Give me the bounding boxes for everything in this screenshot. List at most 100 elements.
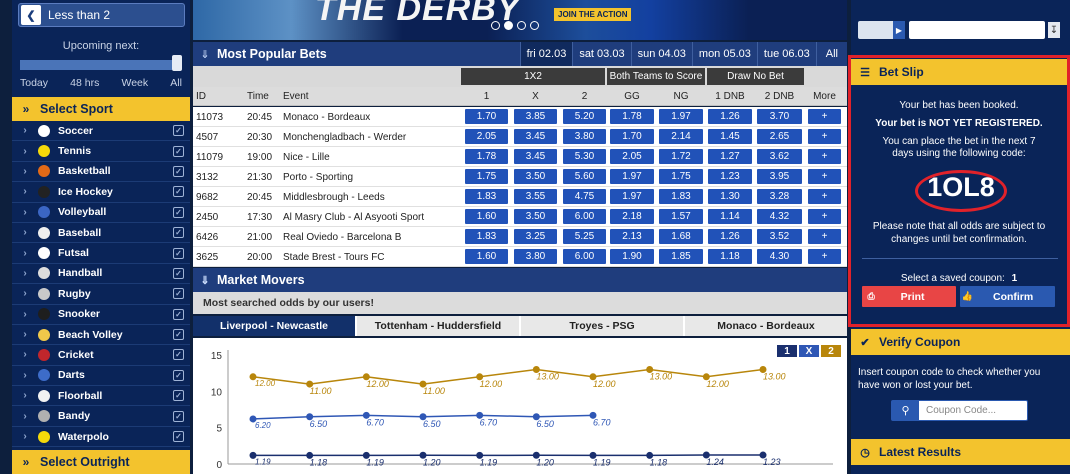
odds-button[interactable]: 1.83 <box>659 189 703 204</box>
cell-event[interactable]: Nice - Lille <box>283 147 455 167</box>
range-week[interactable]: Week <box>122 77 149 89</box>
date-tab-all[interactable]: All <box>815 42 847 66</box>
checkbox-icon[interactable]: ✓ <box>173 206 184 218</box>
odds-button[interactable]: 1.78 <box>465 149 508 164</box>
mover-tab-tottenham[interactable]: Tottenham - Huddersfield <box>357 316 519 336</box>
odds-button[interactable]: 5.60 <box>563 169 606 184</box>
sport-item[interactable]: › Soccer ✓ <box>12 121 190 142</box>
odds-button[interactable]: 1.90 <box>610 249 654 264</box>
odds-button[interactable]: 1.68 <box>659 229 703 244</box>
sport-item[interactable]: › Snooker ✓ <box>12 305 190 325</box>
odds-button[interactable]: 1.85 <box>659 249 703 264</box>
odds-button[interactable]: 1.75 <box>465 169 508 184</box>
sport-item[interactable]: › Bandy ✓ <box>12 406 190 427</box>
range-today[interactable]: Today <box>20 77 48 89</box>
cell-event[interactable]: Stade Brest - Tours FC <box>283 247 455 267</box>
time-range-select[interactable]: ❮ Less than 2 <box>18 3 185 27</box>
odds-button[interactable]: 1.78 <box>610 109 654 124</box>
odds-button[interactable]: 1.60 <box>465 249 508 264</box>
checkbox-icon[interactable]: ✓ <box>173 288 184 300</box>
sport-item[interactable]: › Darts ✓ <box>12 366 190 387</box>
collapse-chevron-icon[interactable]: ⇓ <box>193 274 217 287</box>
odds-button[interactable]: 1.14 <box>708 209 752 224</box>
odds-button[interactable]: 5.25 <box>563 229 606 244</box>
odds-button[interactable]: 4.32 <box>757 209 802 224</box>
odds-button[interactable]: 1.75 <box>659 169 703 184</box>
odds-button[interactable]: 3.52 <box>757 229 802 244</box>
sport-item[interactable]: › Handball ✓ <box>12 264 190 285</box>
cell-event[interactable]: Real Oviedo - Barcelona B <box>283 227 455 247</box>
odds-button[interactable]: 1.83 <box>465 229 508 244</box>
more-markets-button[interactable]: + <box>808 249 841 264</box>
more-markets-button[interactable]: + <box>808 149 841 164</box>
date-tab-mon[interactable]: mon 05.03 <box>691 42 757 66</box>
sport-item[interactable]: › Ice Hockey ✓ <box>12 182 190 203</box>
checkbox-icon[interactable]: ✓ <box>173 349 184 361</box>
chevron-left-icon[interactable]: ❮ <box>21 5 41 25</box>
range-48hrs[interactable]: 48 hrs <box>70 77 99 89</box>
odds-button[interactable]: 4.75 <box>563 189 606 204</box>
odds-button[interactable]: 3.28 <box>757 189 802 204</box>
checkbox-icon[interactable]: ✓ <box>173 390 184 402</box>
carousel-dot-active[interactable] <box>504 21 513 30</box>
sport-item[interactable]: › Tennis ✓ <box>12 141 190 162</box>
odds-button[interactable]: 1.27 <box>708 149 752 164</box>
date-tab-fri[interactable]: fri 02.03 <box>519 42 573 66</box>
sport-item[interactable]: › Floorball ✓ <box>12 386 190 407</box>
select-outright-header[interactable]: » Select Outright <box>12 450 190 474</box>
mover-tab-monaco[interactable]: Monaco - Bordeaux <box>685 316 847 336</box>
odds-button[interactable]: 1.70 <box>465 109 508 124</box>
odds-button[interactable]: 1.23 <box>708 169 752 184</box>
odds-button[interactable]: 4.30 <box>757 249 802 264</box>
collapse-chevron-icon[interactable]: ⇓ <box>193 48 217 61</box>
odds-button[interactable]: 6.00 <box>563 249 606 264</box>
search-icon[interactable]: ⚲ <box>892 401 919 420</box>
checkbox-icon[interactable]: ✓ <box>173 329 184 341</box>
odds-button[interactable]: 2.18 <box>610 209 654 224</box>
odds-button[interactable]: 3.25 <box>514 229 557 244</box>
more-markets-button[interactable]: + <box>808 189 841 204</box>
odds-button[interactable]: 1.18 <box>708 249 752 264</box>
odds-button[interactable]: 3.45 <box>514 149 557 164</box>
odds-button[interactable]: 5.30 <box>563 149 606 164</box>
odds-button[interactable]: 1.45 <box>708 129 752 144</box>
sport-item[interactable]: › Baseball ✓ <box>12 223 190 244</box>
odds-button[interactable]: 1.83 <box>465 189 508 204</box>
cell-event[interactable]: Al Masry Club - Al Asyooti Sport <box>283 207 455 227</box>
document-icon[interactable]: ↧ <box>1048 22 1060 38</box>
sport-item[interactable]: › Waterpolo ✓ <box>12 427 190 448</box>
odds-button[interactable]: 3.50 <box>514 209 557 224</box>
odds-button[interactable]: 3.80 <box>563 129 606 144</box>
odds-button[interactable]: 3.95 <box>757 169 802 184</box>
odds-button[interactable]: 1.57 <box>659 209 703 224</box>
date-tab-sun[interactable]: sun 04.03 <box>630 42 692 66</box>
checkbox-icon[interactable]: ✓ <box>173 125 184 137</box>
odds-button[interactable]: 1.97 <box>610 189 654 204</box>
odds-button[interactable]: 2.14 <box>659 129 703 144</box>
slider-handle[interactable] <box>172 55 182 71</box>
more-markets-button[interactable]: + <box>808 209 841 224</box>
checkbox-icon[interactable]: ✓ <box>173 165 184 177</box>
checkbox-icon[interactable]: ✓ <box>173 227 184 239</box>
legend-x[interactable]: X <box>799 345 819 357</box>
checkbox-icon[interactable]: ✓ <box>173 247 184 259</box>
cell-event[interactable]: Monaco - Bordeaux <box>283 107 455 127</box>
select-sport-header[interactable]: » Select Sport <box>12 97 190 121</box>
date-tab-tue[interactable]: tue 06.03 <box>756 42 816 66</box>
odds-button[interactable]: 5.20 <box>563 109 606 124</box>
odds-button[interactable]: 2.05 <box>465 129 508 144</box>
odds-button[interactable]: 1.70 <box>610 129 654 144</box>
odds-button[interactable]: 2.05 <box>610 149 654 164</box>
odds-button[interactable]: 3.70 <box>757 109 802 124</box>
odds-button[interactable]: 1.97 <box>610 169 654 184</box>
checkbox-icon[interactable]: ✓ <box>173 267 184 279</box>
more-markets-button[interactable]: + <box>808 109 841 124</box>
carousel-dot[interactable] <box>517 21 526 30</box>
date-tab-sat[interactable]: sat 03.03 <box>572 42 630 66</box>
checkbox-icon[interactable]: ✓ <box>173 308 184 320</box>
legend-1[interactable]: 1 <box>777 345 797 357</box>
carousel-dot[interactable] <box>491 21 500 30</box>
checkbox-icon[interactable]: ✓ <box>173 431 184 443</box>
sport-item[interactable]: › Volleyball ✓ <box>12 203 190 223</box>
odds-button[interactable]: 1.72 <box>659 149 703 164</box>
